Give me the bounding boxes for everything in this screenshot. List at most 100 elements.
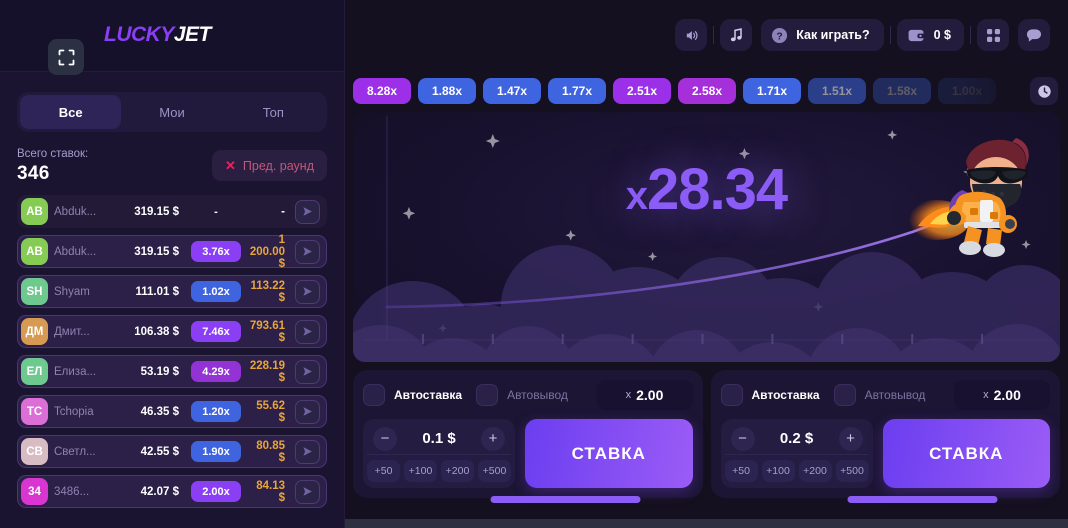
bet-win-amount: 1 200.00 $ xyxy=(249,233,285,270)
toolbar-divider-1 xyxy=(713,26,715,44)
history-chip[interactable]: 1.71x xyxy=(743,78,801,104)
how-to-play-button[interactable]: ? Как играть? xyxy=(761,19,884,51)
history-chip[interactable]: 2.51x xyxy=(613,78,671,104)
increase-stake-button[interactable]: + xyxy=(481,426,505,451)
send-arrow-icon xyxy=(303,487,312,496)
wallet-button[interactable]: 0 $ xyxy=(896,19,964,51)
auto-x-prefix: x xyxy=(983,389,989,401)
quick-stake-button[interactable]: +50 xyxy=(367,460,400,482)
place-bet-button[interactable]: СТАВКА xyxy=(525,419,693,488)
quick-stake-button[interactable]: +50 xyxy=(724,460,758,482)
chat-button[interactable] xyxy=(1018,19,1050,51)
send-bet-button[interactable] xyxy=(295,279,320,304)
send-arrow-icon xyxy=(303,367,312,376)
history-chip[interactable]: 1.00x xyxy=(938,78,996,104)
panel-underbar xyxy=(847,496,998,503)
place-bet-button[interactable]: СТАВКА xyxy=(882,419,1050,488)
avatar: ДМ xyxy=(21,318,48,345)
sound-toggle-button[interactable] xyxy=(675,19,708,51)
music-note-icon xyxy=(730,27,742,41)
table-row[interactable]: 34 3486... 42.07 $ 2.00x 84.13 $ xyxy=(17,475,327,508)
bet-user-name: Светл... xyxy=(54,445,96,458)
send-bet-button[interactable] xyxy=(295,239,320,264)
game-canvas: x28.34 xyxy=(353,112,1060,362)
table-row[interactable]: ДМ Дмит... 106.38 $ 7.46x 793.61 $ xyxy=(17,315,327,348)
history-chip[interactable]: 1.88x xyxy=(418,78,476,104)
bet-win-amount: 228.19 $ xyxy=(249,359,285,384)
music-toggle-button[interactable] xyxy=(720,19,753,51)
panel-stake-row: − 0.2 $ + +50 +100 +200 +500 СТАВКА xyxy=(720,419,1050,488)
bet-win-amount: - xyxy=(281,205,285,218)
send-bet-button[interactable] xyxy=(295,199,320,224)
quick-stake-button[interactable]: +500 xyxy=(478,460,511,482)
auto-cashout-checkbox[interactable] xyxy=(833,384,856,406)
multiplier-prefix: x xyxy=(625,174,648,218)
table-row[interactable]: ТС Tchopia 46.35 $ 1.20x 55.62 $ xyxy=(17,395,327,428)
auto-bet-checkbox[interactable] xyxy=(363,384,385,406)
bet-amount: 319.15 $ xyxy=(134,205,179,218)
table-row[interactable]: СВ Светл... 42.55 $ 1.90x 80.85 $ xyxy=(17,435,327,468)
previous-round-button[interactable]: ✕ Пред. раунд xyxy=(212,150,327,181)
table-row[interactable]: SH Shyam 111.01 $ 1.02x 113.22 $ xyxy=(17,275,327,308)
decrease-stake-button[interactable]: − xyxy=(373,426,397,451)
quick-stake-button[interactable]: +100 xyxy=(404,460,437,482)
increase-stake-button[interactable]: + xyxy=(838,426,863,451)
table-row[interactable]: ЕЛ Елиза... 53.19 $ 4.29x 228.19 $ xyxy=(17,355,327,388)
toolbar-divider-3 xyxy=(970,26,971,44)
svg-text:?: ? xyxy=(777,31,783,42)
apps-grid-button[interactable] xyxy=(977,19,1009,51)
tab-all[interactable]: Все xyxy=(20,95,122,129)
quick-stake-button[interactable]: +200 xyxy=(441,460,474,482)
quick-stake-button[interactable]: +200 xyxy=(798,460,832,482)
bet-user-name: Shyam xyxy=(54,285,90,298)
history-chip[interactable]: 2.58x xyxy=(678,78,736,104)
auto-bet-checkbox[interactable] xyxy=(720,384,743,406)
history-chip[interactable]: 1.77x xyxy=(548,78,606,104)
send-bet-button[interactable] xyxy=(295,319,320,344)
send-bet-button[interactable] xyxy=(295,479,320,504)
tab-top[interactable]: Топ xyxy=(223,95,324,129)
history-clock-button[interactable] xyxy=(1030,77,1058,105)
auto-x-prefix: x xyxy=(625,389,632,401)
avatar: ЕЛ xyxy=(21,358,48,385)
bet-amount: 106.38 $ xyxy=(134,325,179,338)
bet-multiplier: 1.20x xyxy=(191,401,241,422)
question-mark-icon: ? xyxy=(772,27,788,43)
history-chip[interactable]: 8.28x xyxy=(353,78,411,104)
table-row[interactable]: AB Abduk... 319.15 $ - - xyxy=(17,195,327,228)
quick-stake-button[interactable]: +100 xyxy=(761,460,795,482)
multiplier-value: 28.34 xyxy=(647,157,788,222)
bet-amount: 42.07 $ xyxy=(140,485,179,498)
bet-win-amount: 793.61 $ xyxy=(249,319,285,344)
send-arrow-icon xyxy=(303,447,312,456)
tab-my[interactable]: Мои xyxy=(121,95,222,129)
jetpack-pilot-icon xyxy=(904,138,1029,257)
tab-my-label: Мои xyxy=(159,104,185,120)
bet-win-amount: 84.13 $ xyxy=(256,479,285,504)
history-chip[interactable]: 1.51x xyxy=(808,78,866,104)
sidebar-header: LUCKYJET xyxy=(0,0,344,75)
grid-apps-icon xyxy=(986,28,1000,42)
bet-amount: 319.15 $ xyxy=(134,245,179,258)
quick-stake-button[interactable]: +500 xyxy=(835,460,869,482)
auto-cashout-checkbox[interactable] xyxy=(476,384,499,406)
send-arrow-icon xyxy=(303,287,312,296)
panel-options-row: Автоставка Автовывод x 2.00 xyxy=(720,380,1050,410)
round-history-bar: 8.28x 1.88x 1.47x 1.77x 2.51x 2.58x 1.71x 1.51x… xyxy=(345,70,1068,112)
quick-stake-buttons: +50 +100 +200 +500 xyxy=(724,460,869,482)
main-area: ? Как играть? 0 $ 8.28x 1.88x 1.47x 1.77… xyxy=(345,0,1068,528)
bet-multiplier: 1.02x xyxy=(191,281,241,302)
send-bet-button[interactable] xyxy=(295,439,320,464)
decrease-stake-button[interactable]: − xyxy=(730,426,755,451)
close-x-icon: ✕ xyxy=(225,157,236,173)
history-chip[interactable]: 1.47x xyxy=(483,78,541,104)
send-bet-button[interactable] xyxy=(295,399,320,424)
auto-cashout-multiplier-field[interactable]: x 2.00 xyxy=(954,380,1050,410)
history-chip[interactable]: 1.58x xyxy=(873,78,931,104)
send-bet-button[interactable] xyxy=(295,359,320,384)
table-row[interactable]: AB Abduk... 319.15 $ 3.76x 1 200.00 $ xyxy=(17,233,327,270)
stake-value: 0.1 $ xyxy=(422,430,456,447)
fullscreen-button[interactable] xyxy=(48,39,84,75)
bets-list[interactable]: AB Abduk... 319.15 $ - - AB Abduk... 319.15 $ 3.… xyxy=(0,191,344,508)
auto-cashout-multiplier-field[interactable]: x 2.00 xyxy=(596,380,693,410)
